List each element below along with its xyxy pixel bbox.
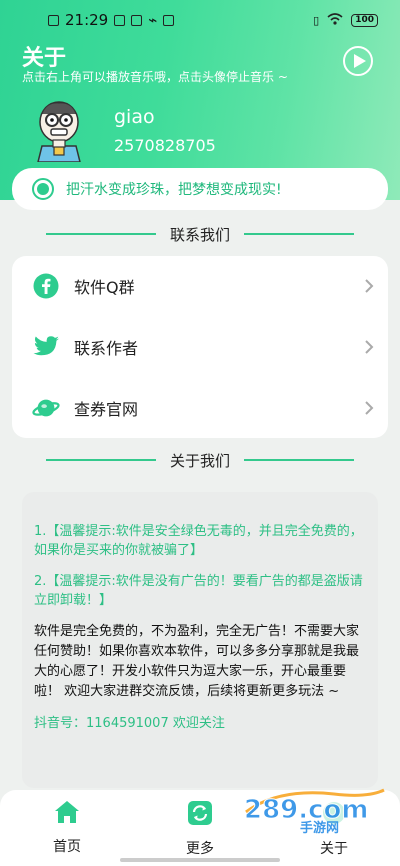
about-card: 1.【温馨提示:软件是安全绿色无毒的，并且完全免费的，如果你是买来的你就被骗了】… — [22, 492, 378, 788]
divider — [244, 459, 354, 461]
watermark-logo: 289.com 手游网 — [238, 784, 388, 836]
contact-label: 查券官网 — [74, 400, 139, 419]
wifi-icon — [327, 12, 343, 28]
divider — [244, 233, 354, 235]
about-section-title: 关于我们 — [169, 451, 230, 470]
twitter-icon — [32, 333, 60, 361]
contact-row-author[interactable]: 联系作者 — [12, 317, 388, 377]
douyin-account: 抖音号：1164591007 欢迎关注 — [34, 716, 225, 731]
notification-icon — [114, 14, 126, 26]
nav-home[interactable]: 首页 — [27, 800, 107, 856]
contact-section-title: 联系我们 — [169, 225, 230, 244]
app-icon — [131, 14, 143, 26]
facebook-icon — [32, 272, 60, 300]
motto-card: 把汗水变成珍珠，把梦想变成现实! — [12, 168, 388, 210]
contact-label: 软件Q群 — [74, 278, 135, 297]
chevron-right-icon — [365, 401, 374, 415]
contact-row-website[interactable]: 查券官网 — [12, 378, 388, 438]
status-bar: 21:29 ⌁ ▯ 100 — [0, 0, 400, 40]
nav-label: 关于 — [320, 841, 348, 857]
contact-row-qq-group[interactable]: 软件Q群 — [12, 256, 388, 316]
sim-icon — [48, 14, 59, 26]
refresh-icon — [188, 801, 212, 825]
play-music-button[interactable] — [343, 46, 373, 76]
tip-safety: 1.【温馨提示:软件是安全绿色无毒的，并且完全免费的，如果你是买来的你就被骗了】 — [34, 524, 363, 558]
avatar[interactable] — [26, 96, 92, 163]
nav-more[interactable]: 更多 — [160, 800, 240, 858]
svg-text:手游网: 手游网 — [300, 820, 339, 834]
divider — [45, 233, 156, 235]
contact-section-header: 联系我们 — [0, 224, 400, 244]
usb-icon: ⌁ — [148, 11, 158, 29]
home-indicator — [120, 858, 280, 862]
about-description: 软件是完全免费的，不为盈利，完全无广告！不需要大家任何赞助！如果你喜欢本软件，可… — [34, 624, 360, 699]
profile-id: 2570828705 — [114, 136, 216, 155]
divider — [45, 459, 156, 461]
profile-name: giao — [114, 106, 155, 128]
chevron-right-icon — [365, 279, 374, 293]
battery-indicator: 100 — [351, 13, 378, 27]
chevron-right-icon — [365, 340, 374, 354]
nav-label: 更多 — [186, 841, 214, 857]
vibrate-icon: ▯ — [313, 13, 320, 27]
tip-no-ads: 2.【温馨提示:软件是没有广告的！要看广告的都是盗版请立即卸载！】 — [34, 574, 363, 608]
music-hint: 点击右上角可以播放音乐哦，点击头像停止音乐 ~ — [22, 70, 288, 84]
app2-icon — [163, 14, 175, 26]
nav-label: 首页 — [53, 839, 81, 855]
status-time: 21:29 — [65, 11, 109, 29]
home-icon — [55, 801, 79, 823]
about-section-header: 关于我们 — [0, 450, 400, 470]
play-icon — [353, 54, 366, 68]
motto-text: 把汗水变成珍珠，把梦想变成现实! — [66, 182, 282, 198]
contact-label: 联系作者 — [74, 339, 139, 358]
contact-card: 软件Q群 联系作者 查券官网 — [12, 256, 388, 438]
motto-circle-icon — [32, 178, 54, 200]
planet-icon — [32, 394, 60, 422]
